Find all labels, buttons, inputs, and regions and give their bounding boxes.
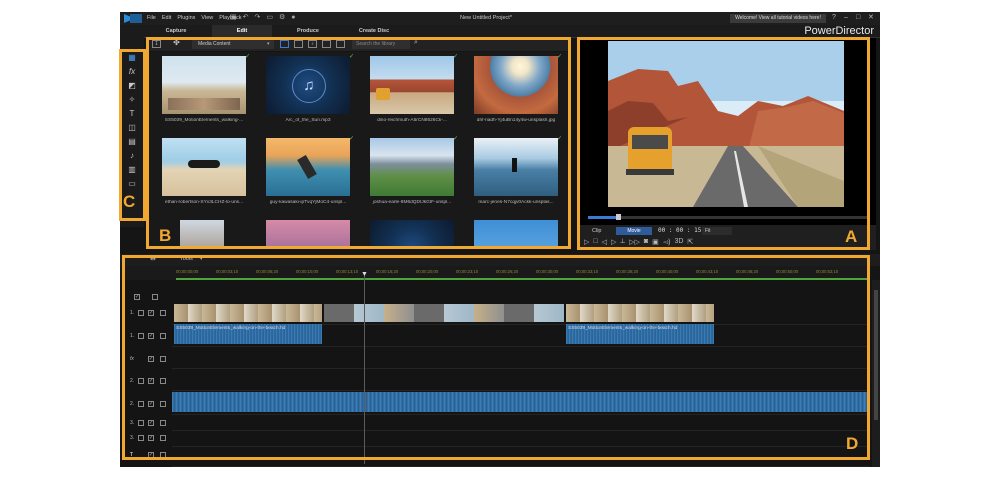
callout-label-b: B [159, 226, 172, 245]
app-logo-icon-part [130, 14, 142, 23]
timeline-scrollbar[interactable] [872, 280, 880, 467]
screen-icon[interactable]: ▭ [266, 14, 273, 22]
menu-plugins[interactable]: Plugins [177, 15, 195, 21]
scrollbar-thumb[interactable] [874, 290, 878, 420]
callout-label-d: D [846, 434, 859, 453]
callout-box-b [146, 37, 571, 249]
callout-box-a [577, 37, 870, 250]
tab-capture[interactable]: Capture [146, 25, 206, 37]
tab-create-disc[interactable]: Create Disc [344, 25, 404, 37]
undo-icon[interactable]: ↶ [243, 14, 249, 22]
help-icon[interactable]: ? [832, 14, 836, 22]
menu-file[interactable]: File [147, 15, 156, 21]
maximize-icon[interactable]: □ [856, 14, 860, 22]
tutorial-banner[interactable]: Welcome! View all tutorial videos here! [730, 14, 826, 23]
account-icon[interactable]: ● [291, 14, 295, 22]
tab-produce[interactable]: Produce [278, 25, 338, 37]
callout-label-c: C [123, 192, 136, 211]
close-icon[interactable]: ✕ [868, 14, 874, 22]
menu-view[interactable]: View [201, 15, 213, 21]
redo-icon[interactable]: ↷ [255, 14, 261, 22]
brand-name: PowerDirector [804, 25, 874, 37]
callout-label-a: A [845, 227, 858, 246]
project-title: New Untitled Project* [460, 15, 512, 21]
save-icon[interactable]: ▣ [230, 14, 237, 22]
title-bar: File Edit Plugins View Playback ▣ ↶ ↷ ▭ … [120, 12, 880, 25]
minimize-icon[interactable]: – [844, 14, 848, 22]
settings-gear-icon[interactable]: ⚙ [279, 14, 285, 22]
menu-edit[interactable]: Edit [162, 15, 171, 21]
callout-box-d [122, 255, 870, 460]
